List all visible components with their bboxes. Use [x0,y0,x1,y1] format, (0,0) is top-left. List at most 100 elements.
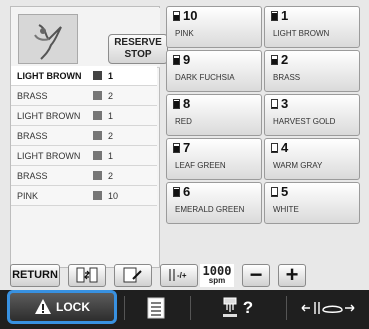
needle-number: 9 [183,52,191,67]
svg-text:-/+: -/+ [177,271,187,280]
needle-help-button[interactable]: ? [196,293,278,323]
thread-color-name: RED [175,117,192,126]
needle-number: 8 [183,96,191,111]
spool-icon [271,187,278,197]
color-row[interactable]: LIGHT BROWN 1 [11,106,157,126]
checklist-button[interactable] [130,293,182,323]
thread-change-button[interactable] [68,263,106,287]
thread-number: 2 [108,130,114,141]
speed-adjust-button[interactable]: -/+ [160,263,198,287]
pattern-preview: RESERVE STOP [12,8,168,68]
thread-number: 10 [108,190,119,201]
spool-fill-level [272,195,277,196]
bottom-bar: LOCK ? [0,290,369,329]
embroidery-screen: RESERVE STOP LIGHT BROWN 1 BRASS 2 LIGHT BRO… [0,0,369,329]
needle-number: 5 [281,184,289,199]
spool-icon [271,11,278,21]
color-swatch [93,171,102,180]
color-row[interactable]: LIGHT BROWN 1 [11,146,157,166]
spool-fill-level [272,107,277,108]
thread-change-icon [76,267,98,283]
edit-icon [123,267,142,283]
presser-foot-button[interactable] [292,293,364,323]
thread-button[interactable]: 3 HARVEST GOLD [264,94,360,136]
speed-increase-button[interactable]: + [278,262,306,287]
color-swatch [93,151,102,160]
thread-button[interactable]: 8 RED [166,94,262,136]
color-row[interactable]: BRASS 2 [11,126,157,146]
thread-button[interactable]: 6 EMERALD GREEN [166,182,262,224]
thread-button[interactable]: 1 LIGHT BROWN [264,6,360,48]
spool-fill-level [174,100,179,108]
needle-number: 7 [183,140,191,155]
thread-color-name: LEAF GREEN [175,161,226,170]
color-name: BRASS [17,130,48,141]
help-label: ? [242,298,254,317]
return-button[interactable]: RETURN [10,263,60,287]
spool-icon [271,143,278,153]
color-row[interactable]: BRASS 2 [11,86,157,106]
needle-number: 4 [281,140,289,155]
speed-control: -/+ 1000 spm [160,263,234,287]
thread-color-name: LIGHT BROWN [273,29,330,38]
color-name: BRASS [17,90,48,101]
thread-button[interactable]: 5 WHITE [264,182,360,224]
thread-color-name: HARVEST GOLD [273,117,336,126]
warning-triangle-icon [35,299,51,314]
needle-number: 1 [281,8,289,23]
spool-fill-level [174,15,179,20]
thread-button[interactable]: 2 BRASS [264,50,360,92]
speed-unit: spm [208,276,226,285]
divider [190,296,191,320]
thread-color-name: WARM GRAY [273,161,323,170]
thread-number: 1 [108,150,114,161]
edit-button[interactable] [114,263,152,287]
thread-button[interactable]: 10 PINK [166,6,262,48]
presser-foot-icon [301,302,355,314]
lock-label: LOCK [56,300,90,314]
color-swatch [93,111,102,120]
speed-decrease-button[interactable]: − [242,262,270,287]
needle-number: 6 [183,184,191,199]
color-row[interactable]: LIGHT BROWN 1 [11,66,157,86]
spool-icon [271,55,278,65]
color-row[interactable]: PINK 10 [11,186,157,206]
embroidery-pattern-icon [34,24,62,60]
color-name: LIGHT BROWN [17,150,81,161]
thread-button[interactable]: 9 DARK FUCHSIA [166,50,262,92]
spool-icon [271,99,278,109]
return-label: RETURN [12,269,58,281]
needle-icon [222,297,237,317]
color-name: PINK [17,190,39,201]
spool-fill-level [174,188,179,196]
thread-number: 1 [108,110,114,121]
spool-icon [173,143,180,153]
color-name: BRASS [17,170,48,181]
thread-number: 2 [108,170,114,181]
spool-fill-level [174,58,179,64]
spool-icon [173,11,180,21]
thread-number: 1 [108,70,114,81]
thread-color-name: EMERALD GREEN [175,205,245,214]
thread-button[interactable]: 4 WARM GRAY [264,138,360,180]
thread-grid: 10 PINK 1 LIGHT BROWN 9 DARK FUCHSIA 2 BRASS 8 RE… [166,6,362,262]
divider [286,296,287,320]
color-name: LIGHT BROWN [17,70,82,81]
thread-color-name: PINK [175,29,194,38]
spool-icon [173,99,180,109]
thread-color-name: BRASS [273,73,301,82]
reserve-stop-button[interactable]: RESERVE STOP [108,34,168,64]
color-swatch [93,71,102,80]
thread-button[interactable]: 7 LEAF GREEN [166,138,262,180]
lock-button[interactable]: LOCK [7,290,117,324]
needle-number: 2 [281,52,289,67]
plus-label: + [285,262,299,287]
embroidery-thumbnail [18,14,78,64]
color-name: LIGHT BROWN [17,110,81,121]
color-row[interactable]: BRASS 2 [11,166,157,186]
spool-icon [173,187,180,197]
thread-color-name: DARK FUCHSIA [175,73,235,82]
thread-color-name: WHITE [273,205,299,214]
needle-number: 10 [183,8,198,23]
spool-icon [173,55,180,65]
